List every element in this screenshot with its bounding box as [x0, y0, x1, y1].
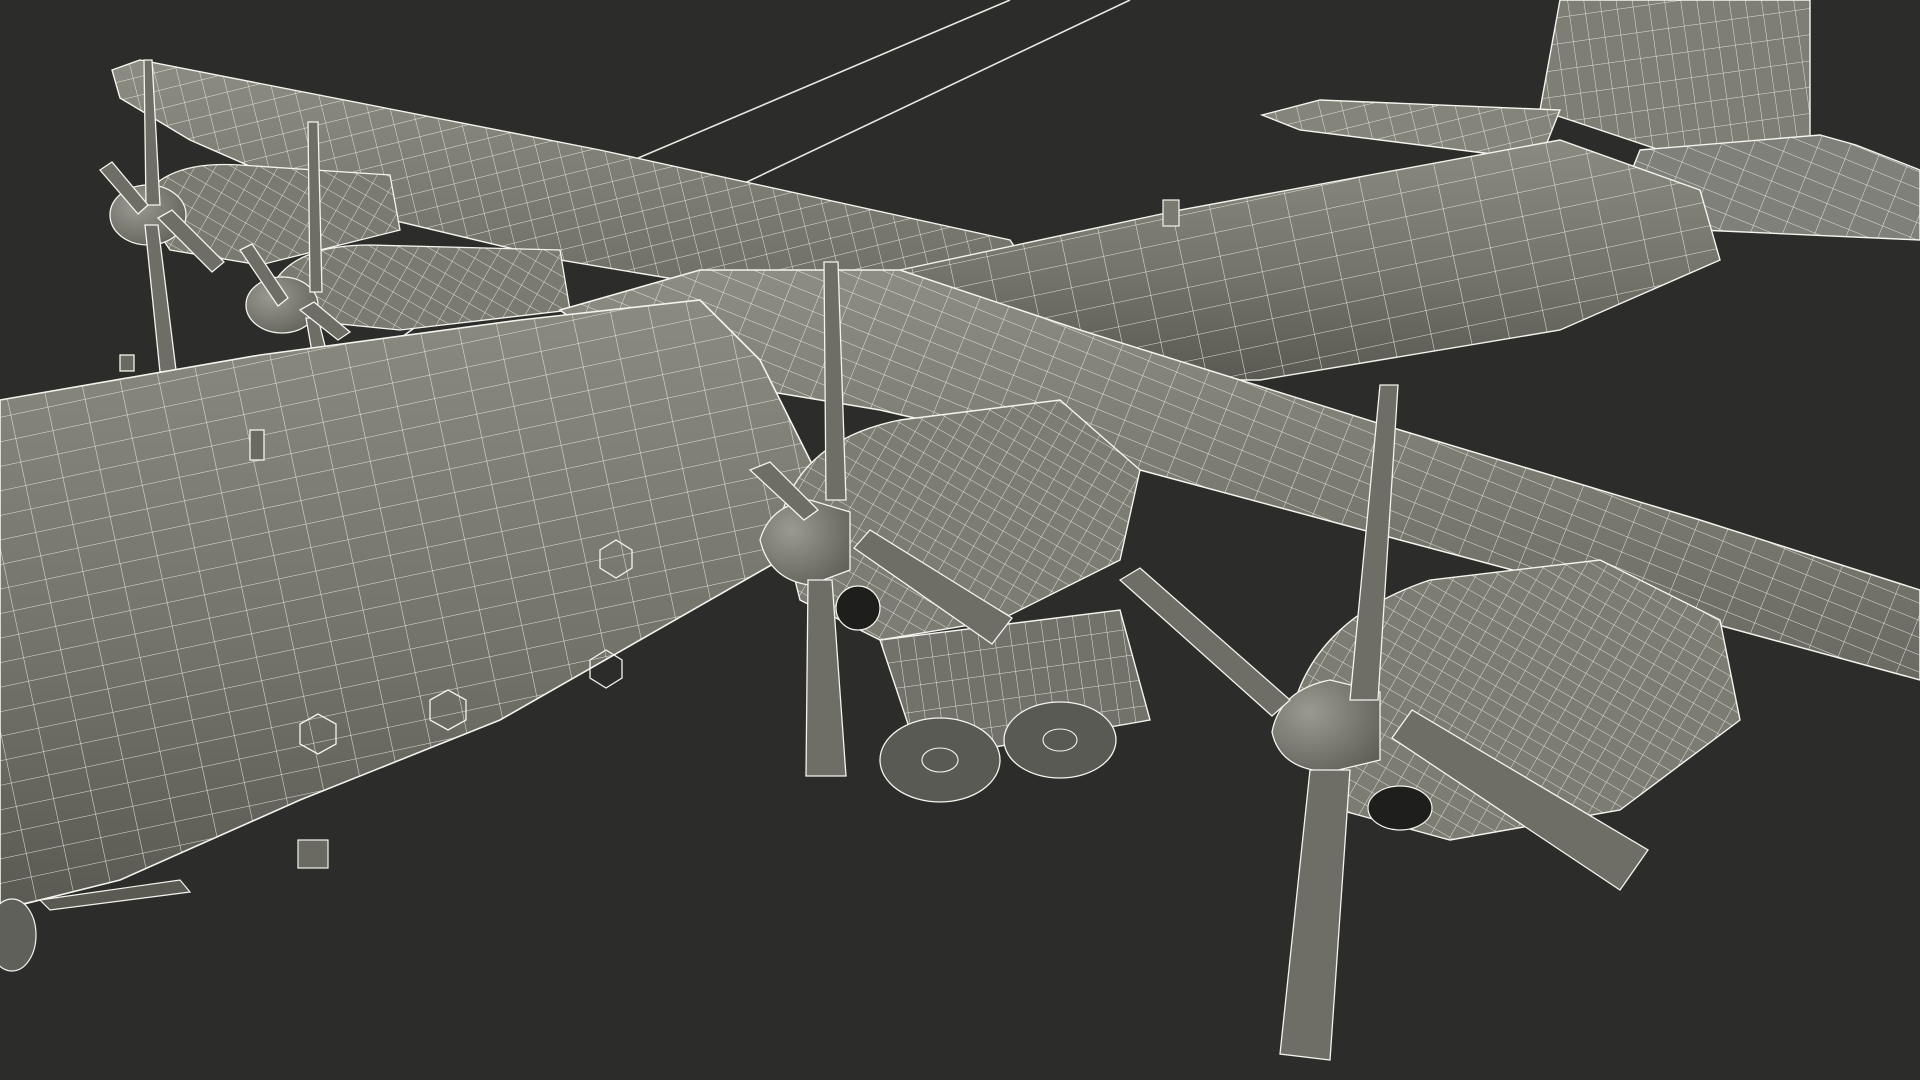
- nose-wheel: [0, 898, 37, 972]
- main-landing-gear: [879, 609, 1151, 803]
- dorsal-antenna: [1162, 199, 1180, 227]
- aircraft-wireframe-render: [0, 0, 1920, 1061]
- render-viewport: [0, 0, 1920, 1080]
- fuselage: [0, 299, 821, 972]
